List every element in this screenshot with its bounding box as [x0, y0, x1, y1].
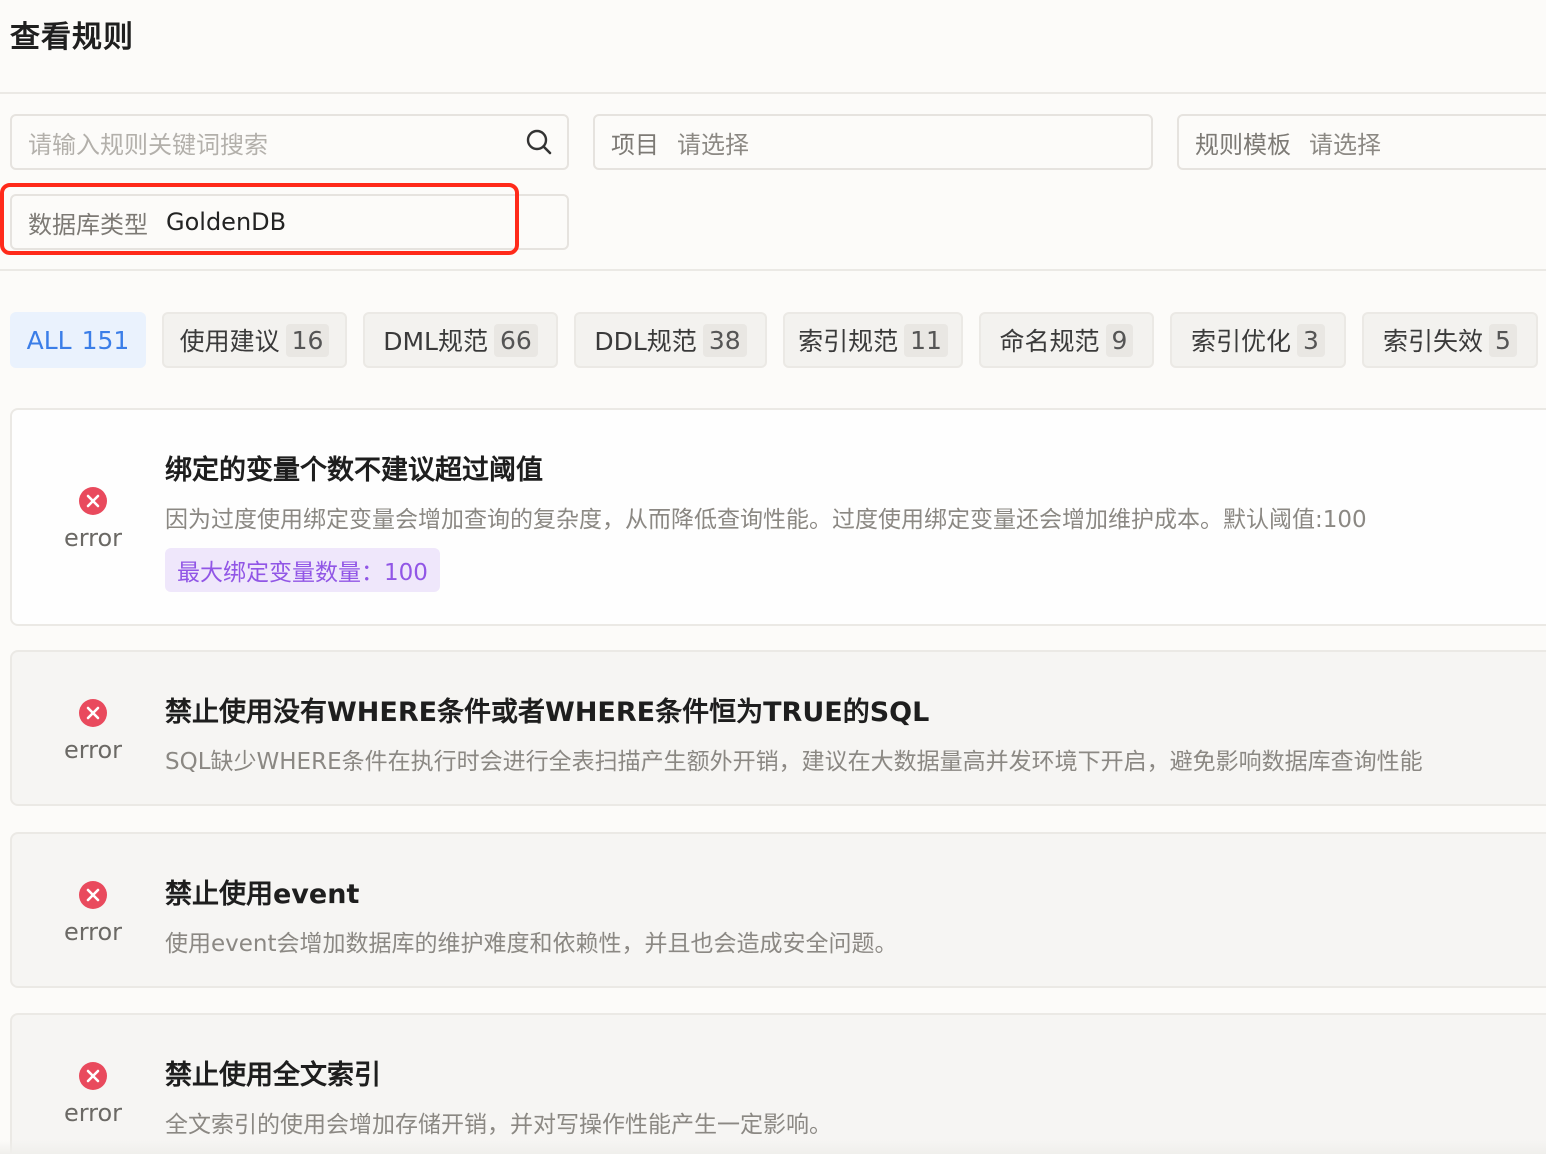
error-icon: [79, 699, 107, 727]
rule-template-value: 请选择: [1309, 130, 1381, 159]
tab-label: 索引失效: [1383, 327, 1484, 356]
rule-title: 绑定的变量个数不建议超过阈值: [165, 455, 543, 486]
tab-label: 命名规范: [999, 327, 1100, 356]
level-text: error: [63, 1099, 123, 1127]
search-input[interactable]: 请输入规则关键词搜索: [10, 114, 569, 170]
rule-description: 因为过度使用绑定变量会增加查询的复杂度，从而降低查询性能。过度使用绑定变量还会增…: [165, 507, 1367, 533]
rule-title: 禁止使用event: [165, 879, 360, 910]
error-icon: [79, 1062, 107, 1090]
page-title: 查看规则: [10, 20, 134, 55]
rule-title: 禁止使用没有WHERE条件或者WHERE条件恒为TRUE的SQL: [165, 697, 930, 728]
project-label: 项目: [611, 130, 659, 159]
rule-description: 全文索引的使用会增加存储开销，并对写操作性能产生一定影响。: [165, 1112, 832, 1138]
tab-count: 5: [1489, 323, 1517, 357]
tab-label: 索引规范: [798, 327, 899, 356]
tab-naming-spec[interactable]: 命名规范 9: [979, 312, 1154, 368]
scroll-fade: [0, 1140, 1546, 1154]
tab-dml-spec[interactable]: DML规范 66: [363, 312, 558, 368]
rule-description: 使用event会增加数据库的维护难度和依赖性，并且也会造成安全问题。: [165, 931, 898, 957]
rule-card[interactable]: error 禁止使用没有WHERE条件或者WHERE条件恒为TRUE的SQL S…: [10, 650, 1546, 806]
error-icon: [79, 487, 107, 515]
rule-title: 禁止使用全文索引: [165, 1060, 381, 1091]
project-value: 请选择: [677, 130, 749, 159]
tab-count: 11: [904, 323, 948, 357]
tab-label: 索引优化: [1191, 327, 1292, 356]
rule-param-tag: 最大绑定变量数量：100: [165, 548, 440, 592]
tab-count: 3: [1297, 323, 1325, 357]
highlight-annotation-box: [0, 183, 519, 255]
rule-card[interactable]: error 禁止使用全文索引 全文索引的使用会增加存储开销，并对写操作性能产生一…: [10, 1013, 1546, 1154]
tab-label: ALL: [26, 325, 72, 355]
level-text: error: [63, 918, 123, 946]
rule-level: error: [57, 1061, 129, 1127]
tab-count: 151: [81, 325, 130, 355]
rule-level: error: [57, 880, 129, 946]
tab-index-spec[interactable]: 索引规范 11: [783, 312, 963, 368]
tab-count: 66: [493, 323, 538, 357]
tab-index-invalid[interactable]: 索引失效 5: [1362, 312, 1538, 368]
tab-count: 16: [285, 323, 330, 357]
rule-card[interactable]: error 绑定的变量个数不建议超过阈值 因为过度使用绑定变量会增加查询的复杂度…: [10, 408, 1546, 626]
level-text: error: [63, 524, 123, 552]
search-placeholder: 请输入规则关键词搜索: [28, 130, 268, 159]
rule-template-label: 规则模板: [1195, 130, 1291, 159]
tab-all[interactable]: ALL 151: [10, 312, 146, 368]
project-select[interactable]: 项目 请选择: [593, 114, 1153, 170]
tab-label: DDL规范: [594, 327, 697, 356]
rule-template-select[interactable]: 规则模板 请选择: [1177, 114, 1546, 170]
rule-card[interactable]: error 禁止使用event 使用event会增加数据库的维护难度和依赖性，并…: [10, 832, 1546, 988]
filter-divider: [0, 269, 1546, 271]
tab-ddl-spec[interactable]: DDL规范 38: [574, 312, 767, 368]
header-divider: [0, 92, 1546, 94]
tab-count: 38: [702, 323, 747, 357]
error-icon: [79, 881, 107, 909]
tab-index-optimize[interactable]: 索引优化 3: [1170, 312, 1346, 368]
rule-level: error: [57, 486, 129, 552]
level-text: error: [63, 736, 123, 764]
tab-label: 使用建议: [179, 327, 280, 356]
rule-description: SQL缺少WHERE条件在执行时会进行全表扫描产生额外开销，建议在大数据量高并发…: [165, 749, 1423, 775]
tab-usage-advice[interactable]: 使用建议 16: [162, 312, 347, 368]
tab-label: DML规范: [383, 327, 488, 356]
rule-level: error: [57, 698, 129, 764]
tab-count: 9: [1105, 323, 1134, 357]
search-icon[interactable]: [525, 128, 553, 156]
